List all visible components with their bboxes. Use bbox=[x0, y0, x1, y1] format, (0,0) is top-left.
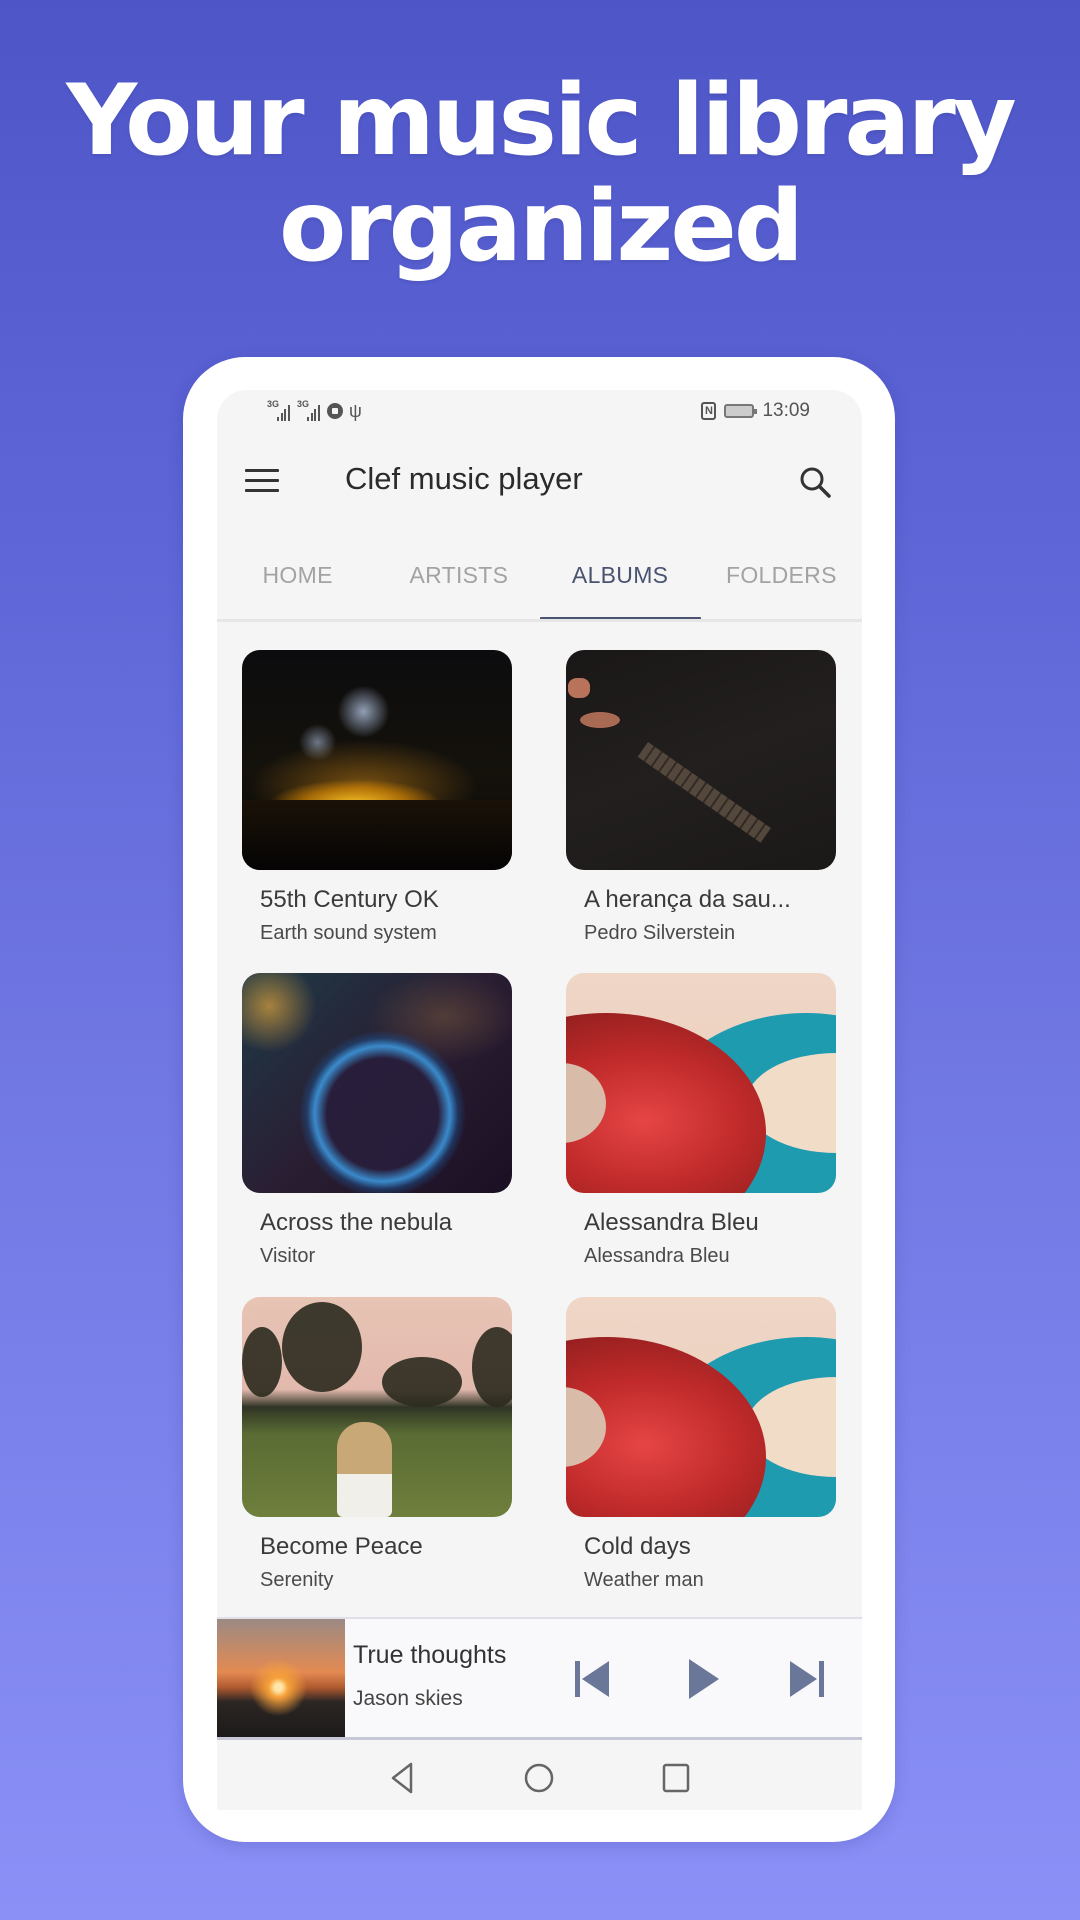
play-icon[interactable] bbox=[679, 1655, 727, 1703]
app-bar: Clef music player bbox=[217, 445, 862, 520]
home-icon[interactable] bbox=[521, 1760, 557, 1796]
album-title: Become Peace bbox=[260, 1533, 423, 1560]
skip-previous-icon[interactable] bbox=[569, 1655, 617, 1703]
album-title: Alessandra Bleu bbox=[584, 1209, 759, 1236]
headline-line-2: organized bbox=[279, 170, 804, 284]
album-art-vinyl bbox=[566, 973, 836, 1193]
tab-home[interactable]: HOME bbox=[217, 535, 378, 619]
hamburger-menu-icon[interactable] bbox=[245, 465, 281, 501]
tab-artists[interactable]: ARTISTS bbox=[378, 535, 539, 619]
album-artist: Earth sound system bbox=[260, 922, 437, 944]
tab-albums[interactable]: ALBUMS bbox=[539, 535, 702, 621]
album-title: 55th Century OK bbox=[260, 886, 439, 913]
app-title: Clef music player bbox=[345, 461, 583, 496]
album-card[interactable]: Alessandra Bleu Alessandra Bleu bbox=[566, 973, 838, 1267]
system-nav-bar bbox=[217, 1742, 862, 1810]
skip-next-icon[interactable] bbox=[782, 1655, 830, 1703]
tabs-divider bbox=[217, 619, 862, 622]
audio-icon bbox=[327, 403, 343, 419]
headline-line-1: Your music library bbox=[66, 64, 1017, 178]
album-title: A herança da sau... bbox=[584, 886, 791, 913]
album-art-nebula bbox=[242, 973, 512, 1193]
album-card[interactable]: Across the nebula Visitor bbox=[242, 973, 514, 1267]
album-title: Across the nebula bbox=[260, 1209, 453, 1236]
album-art-vinyl bbox=[566, 1297, 836, 1517]
battery-icon bbox=[724, 404, 758, 418]
album-card[interactable]: Become Peace Serenity bbox=[242, 1297, 514, 1591]
nfc-icon: N bbox=[701, 402, 717, 420]
tab-folders[interactable]: FOLDERS bbox=[701, 535, 862, 619]
album-artist: Visitor bbox=[260, 1245, 316, 1267]
status-time: 13:09 bbox=[762, 400, 810, 421]
album-artist: Serenity bbox=[260, 1569, 334, 1591]
promo-headline: Your music library organized bbox=[0, 68, 1080, 280]
recents-icon[interactable] bbox=[658, 1760, 694, 1796]
album-art-concert bbox=[242, 650, 512, 870]
now-playing-bar[interactable]: True thoughts Jason skies bbox=[217, 1617, 862, 1740]
phone-screen: 3G 3G ψ N 13:09 Clef music player HOME A… bbox=[217, 390, 862, 1810]
tab-bar: HOME ARTISTS ALBUMS FOLDERS bbox=[217, 535, 862, 621]
now-playing-artist: Jason skies bbox=[353, 1687, 463, 1710]
album-artist: Weather man bbox=[584, 1569, 704, 1591]
signal-icon: 3G bbox=[297, 399, 321, 421]
album-artist: Pedro Silverstein bbox=[584, 922, 736, 944]
usb-icon: ψ bbox=[349, 401, 362, 421]
now-playing-title: True thoughts bbox=[353, 1641, 507, 1669]
now-playing-art bbox=[217, 1619, 345, 1737]
phone-frame: 3G 3G ψ N 13:09 Clef music player HOME A… bbox=[183, 357, 895, 1842]
album-card[interactable]: Cold days Weather man bbox=[566, 1297, 838, 1591]
album-art-field bbox=[242, 1297, 512, 1517]
album-title: Cold days bbox=[584, 1533, 691, 1560]
album-card[interactable]: 55th Century OK Earth sound system bbox=[242, 650, 514, 944]
back-icon[interactable] bbox=[385, 1760, 421, 1796]
album-card[interactable]: A herança da sau... Pedro Silverstein bbox=[566, 650, 838, 944]
album-art-piano bbox=[566, 650, 836, 870]
album-artist: Alessandra Bleu bbox=[584, 1245, 730, 1267]
signal-icon: 3G bbox=[267, 399, 291, 421]
status-bar: 3G 3G ψ N 13:09 bbox=[217, 390, 862, 435]
search-icon[interactable] bbox=[796, 463, 836, 503]
